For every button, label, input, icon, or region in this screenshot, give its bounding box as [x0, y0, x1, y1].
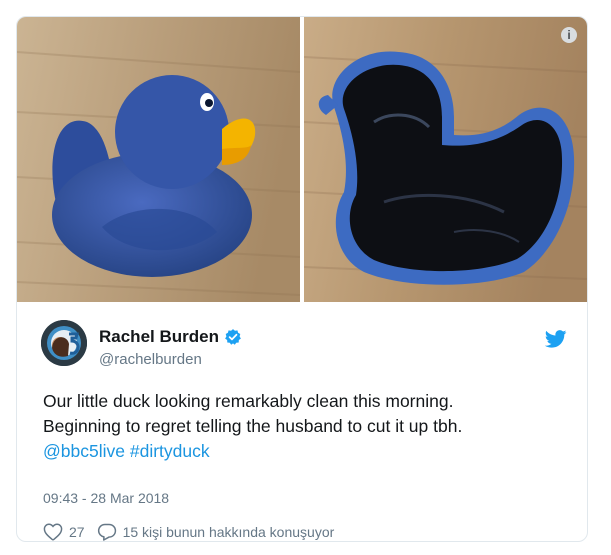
like-count: 27	[69, 524, 85, 540]
avatar[interactable]	[41, 320, 87, 366]
reply-bubble-icon	[97, 523, 116, 541]
twitter-bird-icon[interactable]	[545, 330, 567, 348]
tweet-author: Rachel Burden @rachelburden	[41, 320, 581, 370]
mention-link[interactable]: @bbc5live	[43, 441, 125, 461]
like-button[interactable]: 27	[43, 523, 85, 541]
photo-intact-duck[interactable]	[17, 17, 300, 302]
heart-icon	[43, 523, 63, 541]
conversation-count: 15 kişi bunun hakkında konuşuyor	[122, 524, 335, 540]
tweet-text-line-2: Beginning to regret telling the husband …	[43, 416, 463, 436]
tweet-text: Our little duck looking remarkably clean…	[43, 389, 563, 464]
tweet-card: i Rachel Burden @rachelburden Our little…	[16, 16, 588, 542]
reply-button[interactable]: 15 kişi bunun hakkında konuşuyor	[97, 523, 335, 541]
verified-badge-icon	[225, 329, 241, 345]
tweet-timestamp[interactable]: 09:43 - 28 Mar 2018	[43, 490, 169, 506]
user-handle[interactable]: @rachelburden	[99, 351, 202, 368]
tweet-text-line-1: Our little duck looking remarkably clean…	[43, 391, 454, 411]
info-icon[interactable]: i	[561, 27, 577, 43]
photo-cut-duck[interactable]: i	[304, 17, 587, 302]
hashtag-link[interactable]: #dirtyduck	[130, 441, 210, 461]
media-gallery: i	[17, 17, 587, 302]
tweet-actions: 27 15 kişi bunun hakkında konuşuyor	[43, 523, 346, 541]
display-name[interactable]: Rachel Burden	[99, 327, 219, 347]
